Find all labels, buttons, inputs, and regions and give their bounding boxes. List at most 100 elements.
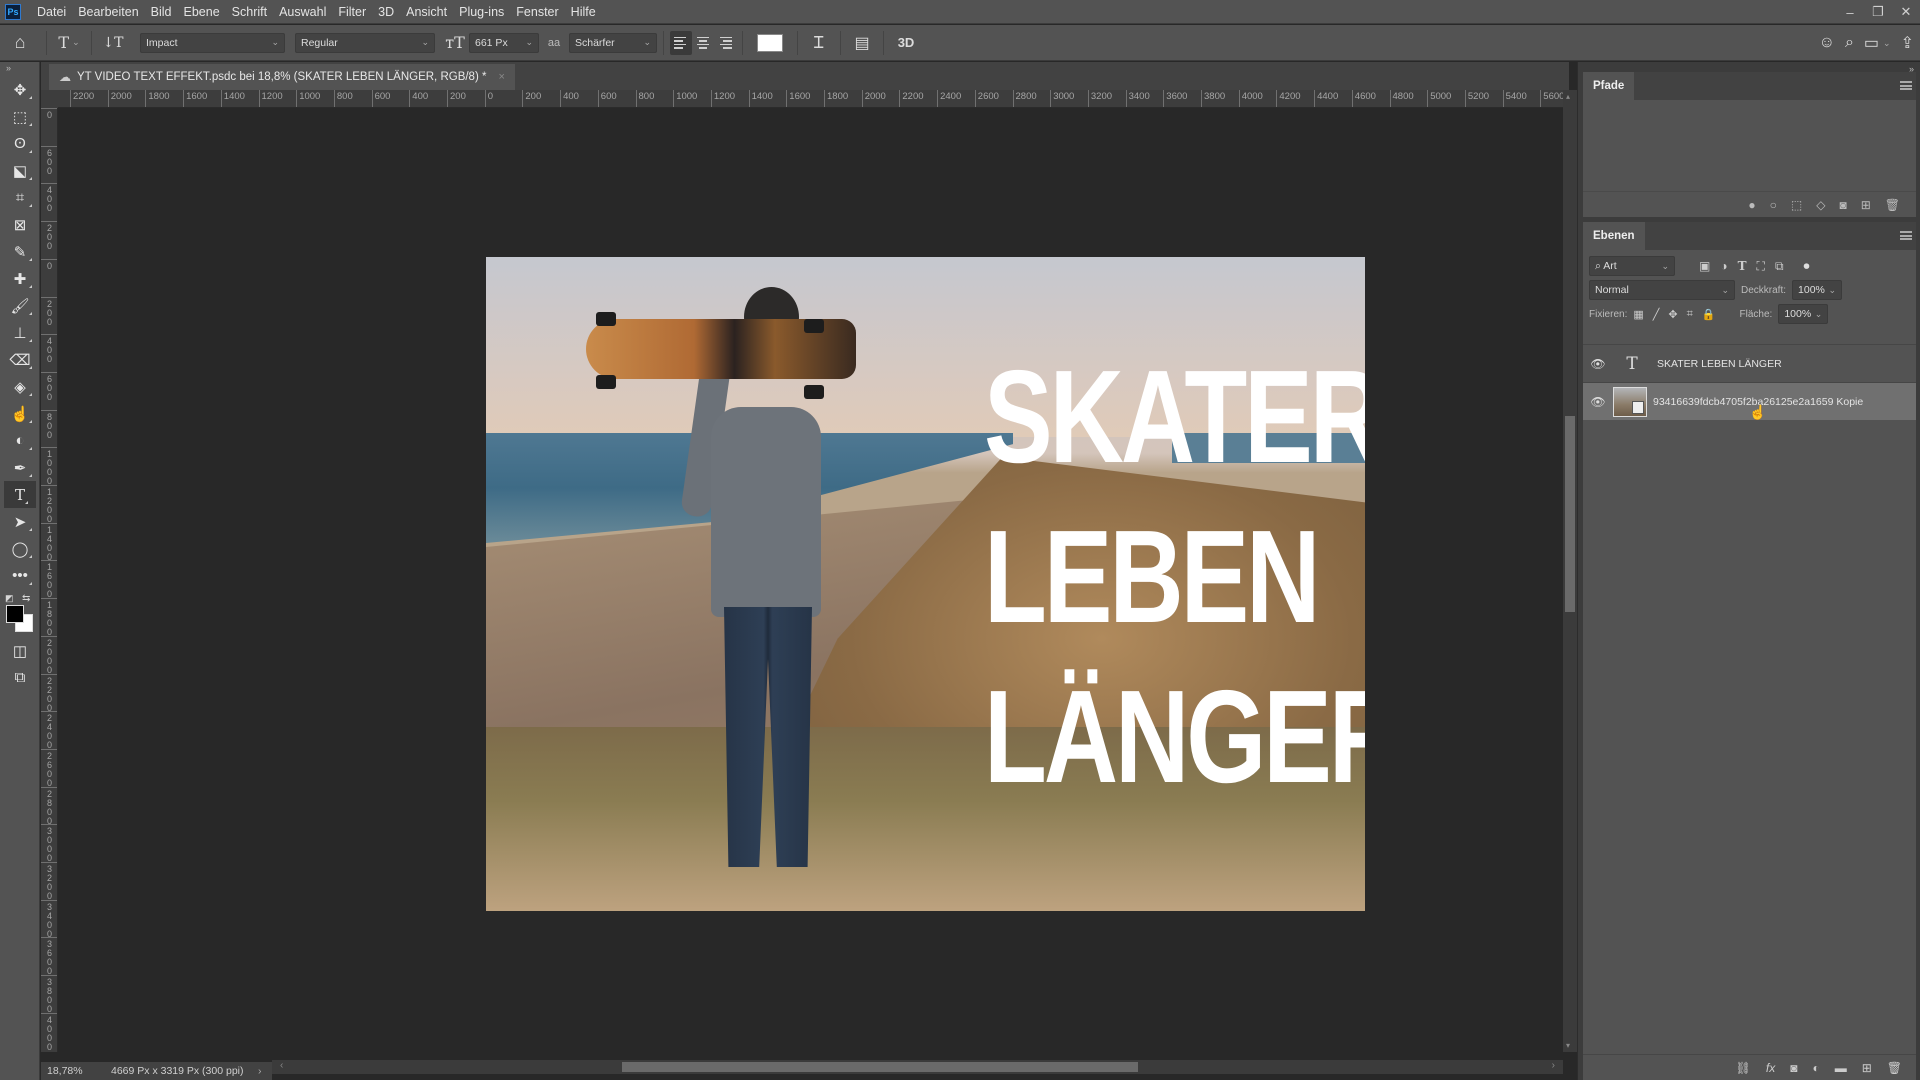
- close-window-button[interactable]: ✕: [1892, 0, 1920, 24]
- scroll-right-icon[interactable]: ›: [1552, 1060, 1555, 1071]
- crop-tool-icon[interactable]: ⌗: [0, 184, 40, 211]
- layer-filter-dropdown[interactable]: ⌕ Art ⌄: [1589, 256, 1675, 276]
- filter-pixel-layers-icon[interactable]: ▣: [1699, 259, 1710, 274]
- swap-colors-icon[interactable]: ⇆: [22, 593, 30, 604]
- path-selection-tool-icon[interactable]: ➤: [0, 508, 40, 535]
- fill-path-icon[interactable]: ●: [1748, 198, 1755, 212]
- clone-stamp-tool-icon[interactable]: ⊥: [0, 319, 40, 346]
- antialias-dropdown[interactable]: Schärfer ⌄: [569, 32, 657, 53]
- close-tab-icon[interactable]: ×: [498, 71, 504, 83]
- paint-bucket-tool-icon[interactable]: ◈: [0, 373, 40, 400]
- document-canvas[interactable]: SKATER LEBEN LÄNGER: [486, 257, 1365, 911]
- menu-ebene[interactable]: Ebene: [178, 0, 226, 24]
- font-style-dropdown[interactable]: Regular ⌄: [295, 32, 435, 53]
- new-path-icon[interactable]: ⊞: [1861, 198, 1871, 212]
- object-selection-tool-icon[interactable]: ⬕: [0, 157, 40, 184]
- chevron-down-icon[interactable]: ⌄: [1815, 309, 1823, 320]
- scroll-down-icon[interactable]: ▾: [1566, 1041, 1570, 1050]
- text-color-swatch[interactable]: [757, 33, 783, 52]
- expand-toolbar-icon[interactable]: »: [0, 62, 39, 76]
- new-group-icon[interactable]: ▬: [1835, 1061, 1847, 1075]
- menu-bild[interactable]: Bild: [145, 0, 178, 24]
- canvas-area[interactable]: SKATER LEBEN LÄNGER: [58, 108, 1563, 1052]
- menu-hilfe[interactable]: Hilfe: [565, 0, 602, 24]
- filter-type-layers-icon[interactable]: T: [1738, 259, 1747, 274]
- marquee-tool-icon[interactable]: ⬚: [0, 103, 40, 130]
- layer-style-fx-icon[interactable]: fx: [1766, 1061, 1775, 1075]
- lock-artboard-icon[interactable]: ⌗: [1687, 308, 1693, 321]
- home-icon[interactable]: ⌂: [0, 29, 40, 57]
- visibility-eye-icon[interactable]: 👁: [1583, 357, 1613, 371]
- type-tool-icon[interactable]: T: [4, 481, 36, 508]
- default-colors-icon[interactable]: ◩: [5, 593, 14, 604]
- align-right-button[interactable]: [714, 31, 736, 55]
- eyedropper-tool-icon[interactable]: ✎: [0, 238, 40, 265]
- move-tool-icon[interactable]: ✥: [0, 76, 40, 103]
- lock-all-icon[interactable]: 🔒: [1702, 308, 1716, 321]
- 3d-button[interactable]: 3D: [890, 29, 922, 57]
- zoom-level[interactable]: 18,78%: [41, 1065, 101, 1077]
- tab-ebenen[interactable]: Ebenen: [1583, 222, 1645, 250]
- vertical-scrollbar[interactable]: ▴ ▾: [1563, 90, 1577, 1052]
- type-tool-preset-icon[interactable]: T ⌄: [53, 29, 85, 57]
- panel-menu-icon[interactable]: [1900, 81, 1912, 90]
- brush-tool-icon[interactable]: 🖌: [0, 292, 40, 319]
- frame-tool-icon[interactable]: ⊠: [0, 211, 40, 238]
- font-size-dropdown[interactable]: 661 Px ⌄: [469, 32, 539, 53]
- menu-plugins[interactable]: Plug-ins: [453, 0, 510, 24]
- new-layer-icon[interactable]: ⊞: [1862, 1061, 1872, 1075]
- scroll-up-icon[interactable]: ▴: [1566, 92, 1570, 101]
- add-layer-mask-icon[interactable]: ◙: [1790, 1061, 1797, 1075]
- document-tab[interactable]: ☁ YT VIDEO TEXT EFFEKT.psdc bei 18,8% (S…: [49, 64, 515, 90]
- share-icon[interactable]: ⇪: [1901, 29, 1914, 57]
- tab-pfade[interactable]: Pfade: [1583, 72, 1635, 100]
- new-adjustment-layer-icon[interactable]: ◐: [1812, 1061, 1819, 1075]
- stroke-path-icon[interactable]: ○: [1770, 198, 1777, 212]
- more-tools-icon[interactable]: •••: [0, 562, 40, 589]
- filter-adjustment-layers-icon[interactable]: ◑: [1720, 259, 1727, 274]
- restore-button[interactable]: ❐: [1864, 0, 1892, 24]
- lock-transparent-pixels-icon[interactable]: ▦: [1633, 308, 1643, 321]
- share-user-icon[interactable]: ☺: [1819, 29, 1835, 57]
- vertical-scroll-thumb[interactable]: [1565, 416, 1575, 612]
- layer-name[interactable]: SKATER LEBEN LÄNGER: [1657, 358, 1782, 370]
- visibility-eye-icon[interactable]: 👁: [1583, 395, 1613, 409]
- headline-text-layer[interactable]: SKATER LEBEN LÄNGER: [984, 337, 1365, 817]
- filter-smart-objects-icon[interactable]: ⧉: [1775, 259, 1784, 274]
- filter-shape-layers-icon[interactable]: ⛶: [1757, 259, 1765, 274]
- screen-mode-icon[interactable]: ⧉: [0, 664, 40, 691]
- scroll-left-icon[interactable]: ‹: [280, 1060, 283, 1071]
- lock-image-pixels-icon[interactable]: ╱: [1653, 308, 1660, 321]
- menu-fenster[interactable]: Fenster: [510, 0, 564, 24]
- foreground-color[interactable]: [6, 605, 24, 623]
- load-selection-icon[interactable]: ⬚: [1791, 198, 1802, 212]
- align-center-button[interactable]: [692, 31, 714, 55]
- warp-text-icon[interactable]: Ꮖ: [804, 29, 834, 57]
- healing-brush-tool-icon[interactable]: ✚: [0, 265, 40, 292]
- menu-3d[interactable]: 3D: [372, 0, 400, 24]
- panel-menu-icon[interactable]: [1900, 231, 1912, 240]
- font-family-dropdown[interactable]: Impact ⌄: [140, 32, 285, 53]
- menu-auswahl[interactable]: Auswahl: [273, 0, 332, 24]
- menu-datei[interactable]: Datei: [31, 0, 72, 24]
- lock-position-icon[interactable]: ✥: [1668, 308, 1677, 321]
- eraser-tool-icon[interactable]: ⌫: [0, 346, 40, 373]
- menu-bearbeiten[interactable]: Bearbeiten: [72, 0, 144, 24]
- quick-mask-icon[interactable]: ◫: [0, 637, 40, 664]
- blend-mode-dropdown[interactable]: Normal ⌄: [1589, 280, 1735, 300]
- status-menu-chevron[interactable]: ›: [258, 1065, 272, 1077]
- menu-schrift[interactable]: Schrift: [226, 0, 273, 24]
- delete-layer-icon[interactable]: 🗑: [1887, 1061, 1902, 1075]
- search-icon[interactable]: ⌕: [1845, 29, 1854, 57]
- horizontal-scroll-thumb[interactable]: [622, 1062, 1138, 1072]
- minimize-button[interactable]: –: [1836, 0, 1864, 24]
- workspace-icon[interactable]: ▭ ⌄: [1864, 29, 1891, 57]
- add-mask-icon[interactable]: ◙: [1839, 198, 1846, 212]
- layer-row[interactable]: 👁 T SKATER LEBEN LÄNGER: [1583, 344, 1916, 382]
- align-left-button[interactable]: [670, 30, 692, 55]
- pen-tool-icon[interactable]: ✒: [0, 454, 40, 481]
- menu-ansicht[interactable]: Ansicht: [400, 0, 453, 24]
- make-work-path-icon[interactable]: ◇: [1816, 198, 1825, 212]
- horizontal-scrollbar[interactable]: ‹ ›: [272, 1060, 1563, 1074]
- smudge-tool-icon[interactable]: ☝: [0, 400, 40, 427]
